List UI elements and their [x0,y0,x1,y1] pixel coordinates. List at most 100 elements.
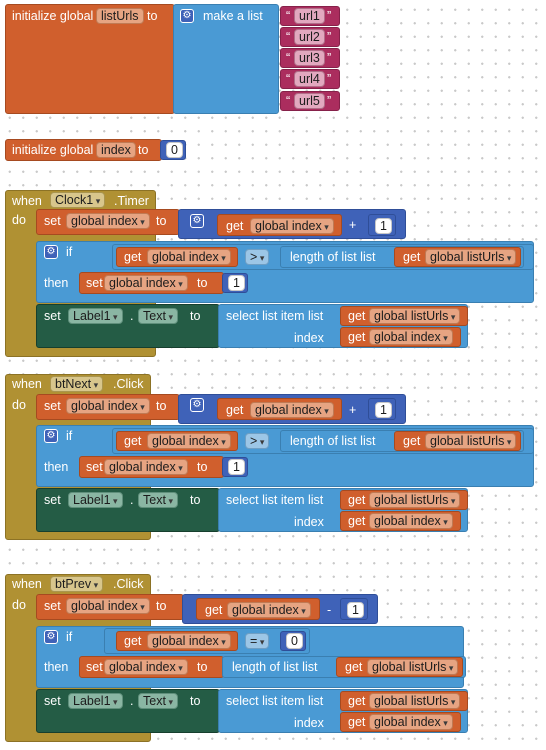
number-value[interactable]: 0 [166,142,183,158]
open-quote: “ [286,30,291,44]
if-label: if [66,429,73,443]
get-label: get [348,309,366,323]
set-label: set [44,309,61,323]
close-quote: ” [327,51,332,65]
set-var-dropdown[interactable]: global index [66,213,150,229]
component-dropdown[interactable]: Label1 [68,693,123,709]
open-quote: “ [286,72,291,86]
get-var-dropdown[interactable]: global listUrls [369,492,461,508]
get-label: get [403,434,421,448]
mutator-gear-icon[interactable] [44,630,58,644]
property-dropdown[interactable]: Text [138,693,178,709]
open-quote: “ [286,9,291,23]
do-label: do [12,213,26,227]
compare-operator-dropdown[interactable]: = [245,633,270,649]
number-value[interactable]: 1 [228,459,245,475]
mutator-gear-icon[interactable] [44,245,58,259]
compare-operator-dropdown[interactable]: > [245,433,270,449]
component-dropdown[interactable]: Clock1 [50,192,106,208]
get-label: get [348,694,366,708]
if-label: if [66,630,73,644]
open-quote: “ [286,51,291,65]
index-var-name[interactable]: index [96,142,136,158]
listurls-var-name[interactable]: listUrls [96,8,144,24]
text-url1[interactable]: url1 [294,8,325,24]
property-dropdown[interactable]: Text [138,492,178,508]
get-var-dropdown[interactable]: global index [227,602,311,618]
set-label: set [86,276,103,290]
index-label: index [294,331,324,345]
get-var-dropdown[interactable]: global index [369,714,453,730]
event-name: .Click [113,377,144,391]
to-label: to [190,493,201,507]
close-quote: ” [327,9,332,23]
text-url4[interactable]: url4 [294,71,325,87]
if-label: if [66,245,73,259]
make-list-label: make a list [203,9,263,23]
mutator-gear-icon[interactable] [190,398,204,412]
index-label: index [294,515,324,529]
get-var-dropdown[interactable]: global index [369,329,453,345]
number-value[interactable]: 1 [375,218,392,234]
number-value[interactable]: 0 [286,633,303,649]
dot-label: . [130,493,134,507]
index-label: index [294,716,324,730]
to-label: to [197,660,208,674]
set-label: set [86,460,103,474]
mutator-gear-icon[interactable] [44,429,58,443]
get-var-dropdown[interactable]: global index [147,633,231,649]
length-of-list-label: length of list list [232,660,318,674]
set-var-dropdown[interactable]: global index [104,275,188,291]
operator-plus: + [349,218,357,232]
get-var-dropdown[interactable]: global index [147,249,231,265]
component-dropdown[interactable]: btNext [50,376,104,392]
get-var-dropdown[interactable]: global index [250,218,334,234]
init-keyword: initialize global [12,9,94,23]
property-dropdown[interactable]: Text [138,308,178,324]
number-value[interactable]: 1 [347,602,364,618]
then-label: then [44,276,69,290]
get-var-dropdown[interactable]: global index [147,433,231,449]
set-var-dropdown[interactable]: global index [104,459,188,475]
operator-minus: - [327,603,332,617]
set-label: set [44,399,61,413]
get-label: get [348,493,366,507]
get-var-dropdown[interactable]: global listUrls [367,659,459,675]
dot-label: . [130,309,134,323]
event-name: .Timer [114,194,149,208]
get-var-dropdown[interactable]: global index [369,513,453,529]
text-url3[interactable]: url3 [294,50,325,66]
get-label: get [124,634,142,648]
number-value[interactable]: 1 [375,402,392,418]
do-label: do [12,398,26,412]
component-dropdown[interactable]: Label1 [68,492,123,508]
get-label: get [345,660,363,674]
component-dropdown[interactable]: Label1 [68,308,123,324]
to-label: to [156,599,167,613]
set-var-dropdown[interactable]: global index [66,598,150,614]
select-list-item-label: select list item list [226,309,324,323]
close-quote: ” [327,72,332,86]
get-var-dropdown[interactable]: global listUrls [369,693,461,709]
component-dropdown[interactable]: btPrev [50,576,104,592]
mutator-gear-icon[interactable] [190,214,204,228]
text-url2[interactable]: url2 [294,29,325,45]
to-label: to [156,399,167,413]
mutator-gear-icon[interactable] [180,9,194,23]
set-var-dropdown[interactable]: global index [104,659,188,675]
get-var-dropdown[interactable]: global listUrls [425,433,517,449]
text-url5[interactable]: url5 [294,93,325,109]
when-label: when [12,194,42,208]
set-label: set [44,694,61,708]
get-var-dropdown[interactable]: global listUrls [425,249,517,265]
number-value[interactable]: 1 [228,275,245,291]
close-quote: ” [327,94,332,108]
get-label: get [403,250,421,264]
get-label: get [226,219,244,233]
set-label: set [44,493,61,507]
init-to: to [138,143,149,157]
get-var-dropdown[interactable]: global listUrls [369,308,461,324]
set-var-dropdown[interactable]: global index [66,398,150,414]
compare-operator-dropdown[interactable]: > [245,249,270,265]
get-var-dropdown[interactable]: global index [250,402,334,418]
